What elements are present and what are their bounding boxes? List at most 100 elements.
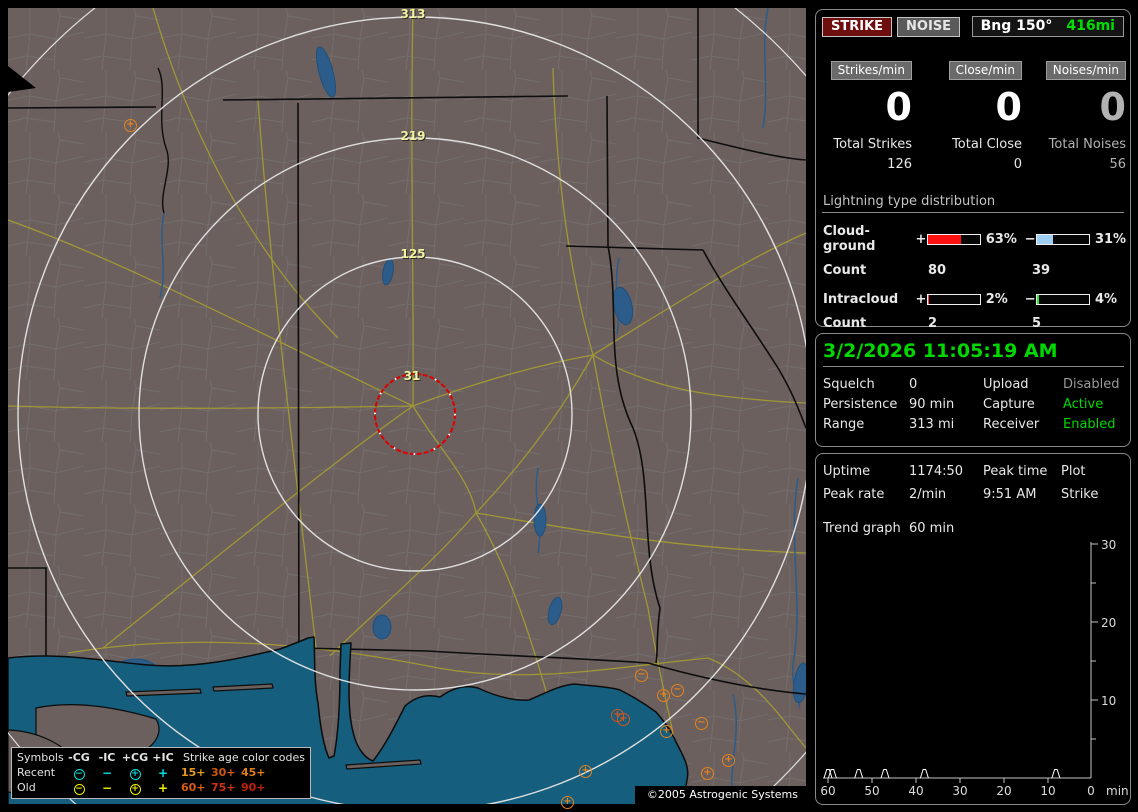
capture-label: Capture — [983, 397, 1035, 412]
bearing-readout: Bng 150° 416mi — [971, 16, 1124, 37]
neg-ic-recent-icon: − — [101, 765, 113, 780]
status-panel: 3/2/2026 11:05:19 AM Squelch 0 Upload Di… — [815, 333, 1131, 447]
strike-symbol: + — [701, 767, 714, 780]
age-15: 15+ — [181, 766, 206, 779]
age-30: 30+ — [211, 766, 236, 779]
strike-symbol: − — [695, 717, 708, 730]
neg-cg-recent-icon: − — [73, 768, 85, 780]
ic-negative-bar — [1036, 294, 1090, 305]
legend-col-neg-ic: -IC — [98, 751, 116, 764]
ic-positive-count: 2 — [928, 316, 938, 331]
bearing-distance: 416mi — [1066, 18, 1115, 34]
cg-positive-bar — [927, 233, 981, 245]
noises-per-min-column: Noises/min 0 Total Noises 56 — [1022, 59, 1126, 172]
system-datetime: 3/2/2026 11:05:19 AM — [823, 340, 1124, 367]
strike-symbol: + — [124, 119, 137, 132]
strikes-per-min-value: 0 — [885, 85, 912, 129]
stats-trend-panel: Uptime 1174:50 Peak time Plot Peak rate … — [815, 453, 1131, 805]
x-tick-60: 60 — [820, 784, 835, 798]
cg-positive-count: 80 — [928, 263, 947, 278]
strike-symbol: + — [579, 765, 592, 778]
strikes-per-min-column: Strikes/min 0 Total Strikes 126 — [816, 59, 912, 172]
noise-mode-button[interactable]: NOISE — [897, 16, 961, 37]
legend-col-pos-ic: +IC — [152, 751, 174, 764]
rate-counters: Strikes/min 0 Total Strikes 126 Close/mi… — [816, 59, 1130, 172]
persistence-label: Persistence — [823, 397, 898, 412]
trend-spikes — [823, 769, 1061, 779]
legend-recent-row: Recent − − + + 15+ 30+ 45+ — [17, 765, 305, 780]
total-strikes-label: Total Strikes — [833, 137, 912, 152]
strikes-per-min-button[interactable]: Strikes/min — [830, 61, 912, 80]
plus-sign: + — [915, 292, 927, 307]
legend-old-label: Old — [17, 781, 36, 794]
neg-cg-old-icon: − — [73, 783, 85, 795]
strike-symbol: + — [722, 754, 735, 767]
minus-sign: − — [1024, 231, 1036, 247]
x-axis-unit: min — [1106, 784, 1129, 798]
legend-col-pos-cg: +CG — [121, 751, 149, 764]
x-tick-40: 40 — [908, 784, 923, 798]
capture-status: Active — [1063, 397, 1104, 412]
age-60: 60+ — [181, 781, 206, 794]
status-row: Persistence 90 min Capture Active — [816, 397, 1130, 417]
x-tick-0: 0 — [1087, 784, 1095, 798]
legend-old-row: Old − − + + 60+ 75+ 90+ — [17, 780, 305, 795]
y-tick-20: 20 — [1101, 616, 1116, 630]
pos-ic-recent-icon: + — [157, 765, 169, 780]
total-strikes-value: 126 — [887, 157, 912, 172]
intracloud-label: Intracloud — [823, 292, 899, 307]
legend-col-neg-cg: -CG — [68, 751, 90, 764]
strike-symbol: − — [671, 684, 684, 697]
cloud-ground-label: Cloud-ground — [823, 224, 876, 254]
noises-per-min-button[interactable]: Noises/min — [1045, 61, 1126, 80]
mode-toolbar: STRIKE NOISE Bng 150° 416mi — [816, 10, 1130, 37]
receiver-label: Receiver — [983, 417, 1040, 432]
strike-mode-button[interactable]: STRIKE — [822, 16, 893, 37]
upload-status: Disabled — [1063, 377, 1120, 392]
cg-count-label: Count — [823, 263, 867, 278]
total-close-label: Total Close — [952, 137, 1022, 152]
squelch-value: 0 — [909, 377, 918, 392]
lightning-map[interactable]: 313 219 125 31 + − + − + + + − + + + + Symbols -CG … — [8, 7, 806, 809]
legend-symbols-header: Symbols — [17, 751, 64, 764]
range-label: Range — [823, 417, 865, 432]
minus-sign: − — [1024, 292, 1036, 307]
ic-count-label: Count — [823, 316, 867, 331]
y-tick-10: 10 — [1101, 694, 1116, 708]
strike-symbol: − — [635, 669, 648, 682]
cloud-ground-row: Cloud-ground + 63% − 31% — [816, 224, 1130, 254]
age-45: 45+ — [241, 766, 266, 779]
y-tick-30: 30 — [1101, 538, 1116, 552]
neg-ic-old-icon: − — [101, 780, 113, 795]
copyright-notice: ©2005 Astrogenic Systems — [634, 786, 806, 804]
cg-positive-pct: 63% — [985, 231, 1017, 247]
cg-count-row: Count 80 39 — [816, 263, 1130, 279]
persistence-value: 90 min — [909, 397, 955, 412]
plus-sign: + — [915, 231, 927, 247]
close-per-min-column: Close/min 0 Total Close 0 — [912, 59, 1022, 172]
distribution-title: Lightning type distribution — [822, 194, 1124, 213]
intracloud-row: Intracloud + 2% − 4% — [816, 292, 1130, 307]
x-tick-30: 30 — [952, 784, 967, 798]
upload-label: Upload — [983, 377, 1029, 392]
legend-recent-label: Recent — [17, 766, 56, 779]
symbols-legend: Symbols -CG -IC +CG +IC Strike age color… — [11, 747, 311, 799]
pos-ic-old-icon: + — [157, 780, 169, 795]
ic-positive-pct: 2% — [985, 292, 1008, 307]
x-tick-20: 20 — [996, 784, 1011, 798]
close-per-min-button[interactable]: Close/min — [948, 61, 1022, 80]
status-row: Range 313 mi Receiver Enabled — [816, 417, 1130, 437]
ic-positive-bar — [927, 294, 981, 305]
ic-negative-pct: 4% — [1094, 292, 1118, 307]
total-close-value: 0 — [1013, 157, 1022, 172]
age-75: 75+ — [211, 781, 236, 794]
legend-age-header: Strike age color codes — [183, 751, 305, 764]
strike-counter-panel: STRIKE NOISE Bng 150° 416mi Strikes/min 0… — [815, 9, 1131, 331]
ic-negative-count: 5 — [1032, 316, 1042, 331]
noises-per-min-value: 0 — [1099, 85, 1126, 129]
x-tick-50: 50 — [864, 784, 879, 798]
cg-negative-count: 39 — [1032, 263, 1051, 278]
ic-count-row: Count 2 5 — [816, 316, 1130, 332]
total-noises-value: 56 — [1109, 157, 1126, 172]
squelch-label: Squelch — [823, 377, 875, 392]
